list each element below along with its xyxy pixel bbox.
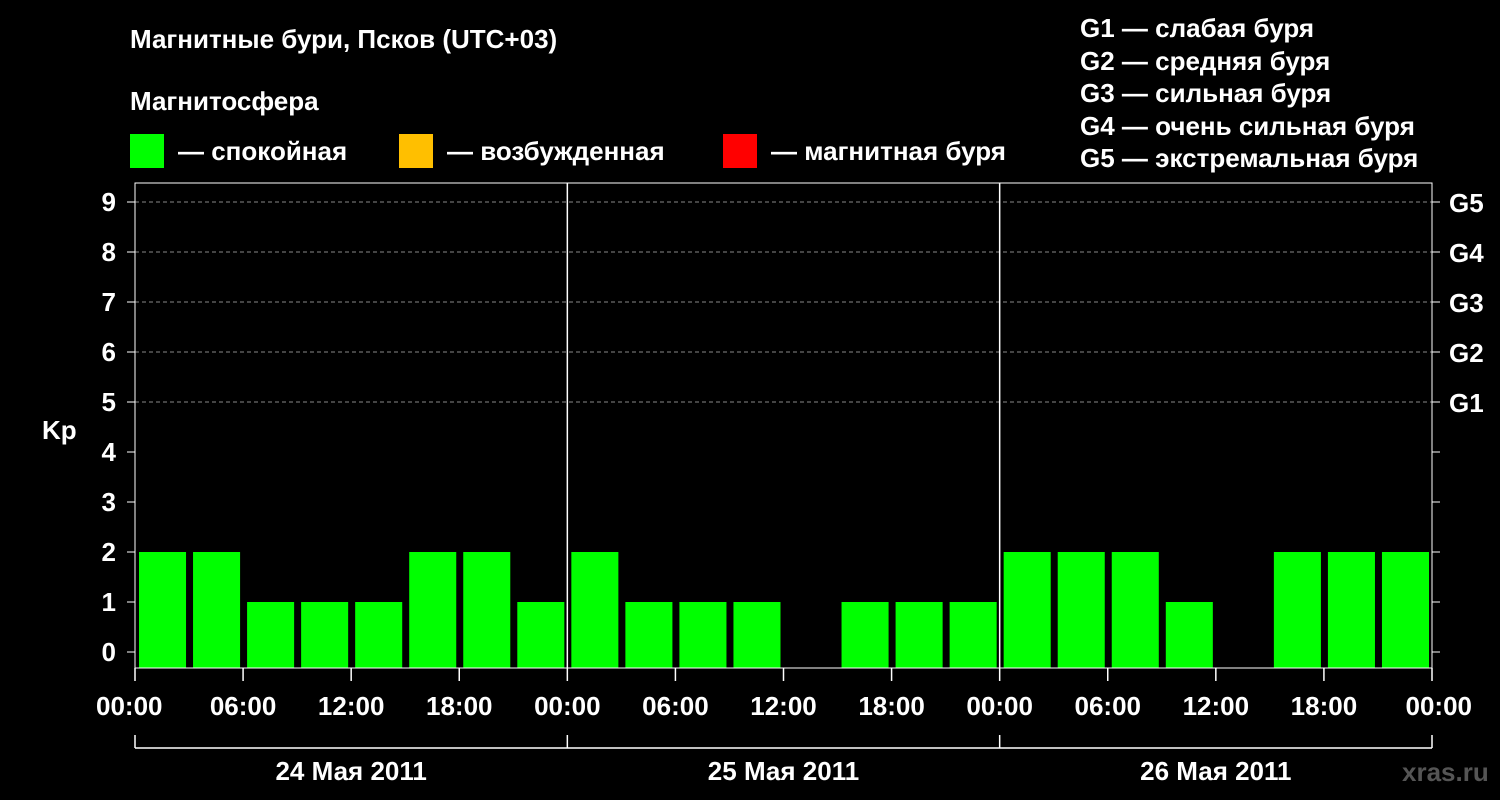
kp-bar [949, 602, 997, 668]
x-tick-label: 06:00 [1075, 691, 1142, 721]
kp-bar [679, 602, 727, 668]
y-tick-label: 3 [102, 487, 116, 517]
kp-bar [193, 552, 241, 668]
date-label: 25 Мая 2011 [708, 756, 859, 786]
x-tick-label: 00:00 [96, 691, 163, 721]
x-tick-label: 12:00 [1183, 691, 1250, 721]
x-tick-label: 18:00 [426, 691, 493, 721]
plot-frame [134, 182, 1433, 669]
kp-bar-chart: 0 1 2 3 4 5 6 7 8 9 G1 G2 G3 G4 G5 Kp 00:00 06:00 12:00 18:… [42, 182, 1484, 786]
x-tick-label: 12:00 [318, 691, 385, 721]
y-tick-label: 7 [102, 287, 116, 317]
date-label: 24 Мая 2011 [275, 756, 426, 786]
kp-bar [1057, 552, 1105, 668]
kp-bar [139, 552, 187, 668]
kp-bar [1327, 552, 1375, 668]
kp-bar [463, 552, 511, 668]
y-tick-label: 0 [102, 637, 116, 667]
y-tick-label: 8 [102, 237, 116, 267]
g-level-label: G3 [1449, 288, 1484, 318]
kp-bar [1273, 552, 1321, 668]
kp-bar [1111, 552, 1159, 668]
y-tick-label: 2 [102, 537, 116, 567]
kp-bar [247, 602, 295, 668]
y-tick-label: 9 [102, 187, 116, 217]
y-tick-label: 4 [102, 437, 117, 467]
g-level-label: G4 [1449, 238, 1484, 268]
x-tick-label: 06:00 [210, 691, 277, 721]
kp-bar [1381, 552, 1429, 668]
kp-bar [841, 602, 889, 668]
y-axis-label: Kp [42, 415, 77, 445]
kp-bar [355, 602, 403, 668]
x-tick-label: 00:00 [1406, 691, 1473, 721]
kp-bar [301, 602, 349, 668]
x-tick-label: 18:00 [1291, 691, 1358, 721]
x-tick-label: 06:00 [642, 691, 709, 721]
kp-bar [625, 602, 673, 668]
x-tick-label: 12:00 [750, 691, 817, 721]
kp-bar [517, 602, 565, 668]
kp-bar [571, 552, 619, 668]
g-level-label: G5 [1449, 188, 1484, 218]
g-level-label: G1 [1449, 388, 1484, 418]
kp-bar [1165, 602, 1213, 668]
x-tick-label: 00:00 [534, 691, 601, 721]
site-brand: xras.ru [1402, 757, 1489, 787]
kp-bar [409, 552, 457, 668]
y-tick-label: 1 [102, 587, 116, 617]
y-tick-label: 6 [102, 337, 116, 367]
g-level-label: G2 [1449, 338, 1484, 368]
y-tick-label: 5 [102, 387, 116, 417]
x-tick-label: 18:00 [858, 691, 925, 721]
date-label: 26 Мая 2011 [1140, 756, 1291, 786]
kp-bar [733, 602, 781, 668]
x-tick-label: 00:00 [966, 691, 1033, 721]
kp-bar [1003, 552, 1051, 668]
kp-bar [895, 602, 943, 668]
